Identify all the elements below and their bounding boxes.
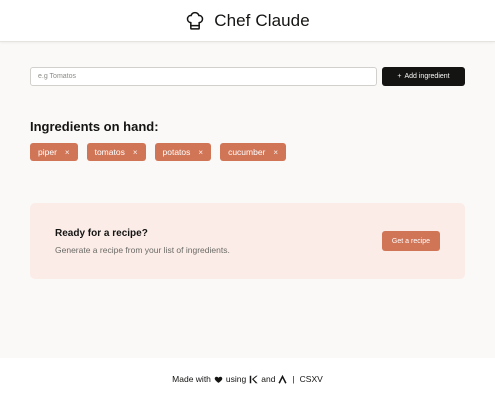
ingredient-label: potatos bbox=[162, 147, 191, 157]
footer-made-with: Made with bbox=[172, 374, 211, 384]
k-logo-icon bbox=[249, 375, 258, 384]
add-ingredient-label: Add ingredient bbox=[404, 73, 450, 80]
brand: Chef Claude bbox=[185, 11, 310, 31]
triangle-logo-icon bbox=[278, 374, 287, 384]
add-ingredient-form: + Add ingredient bbox=[30, 67, 465, 86]
get-recipe-button[interactable]: Get a recipe bbox=[382, 231, 440, 251]
recipe-card-text: Ready for a recipe? Generate a recipe fr… bbox=[55, 228, 230, 255]
remove-ingredient-icon[interactable]: × bbox=[198, 148, 203, 157]
ingredient-label: cucumber bbox=[228, 147, 266, 157]
add-ingredient-button[interactable]: + Add ingredient bbox=[382, 67, 465, 86]
app-title: Chef Claude bbox=[214, 10, 310, 30]
ingredient-input[interactable] bbox=[30, 67, 377, 86]
remove-ingredient-icon[interactable]: × bbox=[273, 148, 278, 157]
ingredient-chip: piper × bbox=[30, 143, 78, 161]
ingredient-list: piper × tomatos × potatos × cucumber × bbox=[30, 143, 287, 161]
recipe-card-subtitle: Generate a recipe from your list of ingr… bbox=[55, 244, 230, 255]
app-footer: Made with using and | CSXV bbox=[0, 358, 495, 400]
ingredient-chip: tomatos × bbox=[86, 143, 146, 161]
plus-icon: + bbox=[397, 73, 402, 80]
ingredient-label: piper bbox=[38, 147, 57, 157]
footer-using: using bbox=[225, 374, 247, 384]
ingredient-chip: cucumber × bbox=[220, 143, 287, 161]
get-recipe-card: Ready for a recipe? Generate a recipe fr… bbox=[30, 203, 465, 279]
chef-hat-icon bbox=[185, 11, 205, 31]
ingredients-heading: Ingredients on hand: bbox=[30, 119, 159, 134]
footer-and: and bbox=[261, 374, 276, 384]
remove-ingredient-icon[interactable]: × bbox=[133, 148, 138, 157]
recipe-card-title: Ready for a recipe? bbox=[55, 227, 148, 239]
ingredient-chip: potatos × bbox=[154, 143, 212, 161]
footer-separator: | bbox=[292, 374, 295, 384]
remove-ingredient-icon[interactable]: × bbox=[65, 148, 70, 157]
footer-credit: CSXV bbox=[299, 374, 323, 384]
heart-icon bbox=[214, 375, 223, 384]
app-header: Chef Claude bbox=[0, 0, 495, 42]
ingredient-label: tomatos bbox=[94, 147, 125, 157]
